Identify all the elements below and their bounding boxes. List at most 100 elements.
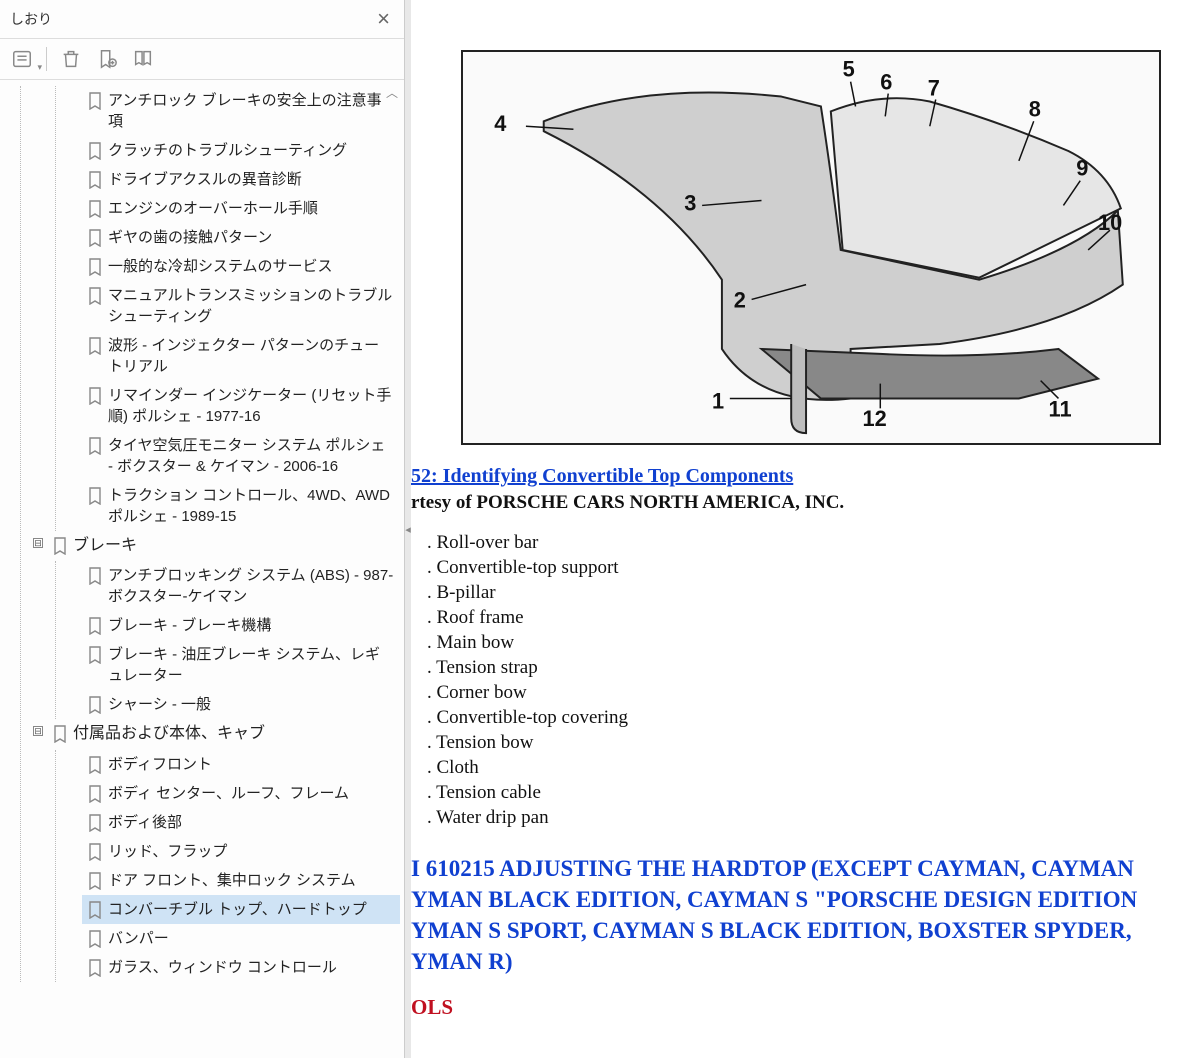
bookmark-icon (88, 567, 102, 585)
bookmark-icon (88, 930, 102, 948)
callout-4: 4 (494, 111, 506, 136)
parts-list-item: Tension strap (427, 657, 1200, 679)
sidebar-title: しおり (10, 9, 52, 29)
divider-handle-icon[interactable]: ◂ (403, 509, 413, 549)
bookmark-icon (88, 872, 102, 890)
bookmark-label: ガラス、ウィンドウ コントロール (108, 957, 337, 978)
callout-2: 2 (734, 287, 746, 312)
parts-list-item: Cloth (427, 757, 1200, 779)
callout-10: 10 (1098, 210, 1122, 235)
bookmark-icon (88, 843, 102, 861)
bookmark-label: ギヤの歯の接触パターン (108, 227, 272, 248)
callout-11: 11 (1049, 396, 1072, 421)
bookmark-item[interactable]: クラッチのトラブルシューティング (82, 136, 400, 165)
bookmark-label: ボディフロント (108, 754, 212, 775)
sidebar-header: しおり × (0, 0, 404, 39)
bookmark-label: ブレーキ - 油圧ブレーキ システム、レギュレーター (108, 644, 394, 686)
bookmark-item[interactable]: バンパー (82, 924, 400, 953)
bookmark-item[interactable]: タイヤ空気圧モニター システム ポルシェ - ボクスター & ケイマン - 20… (82, 431, 400, 481)
bookmark-icon (88, 487, 102, 505)
bookmark-icon (88, 785, 102, 803)
tools-heading: OLS (411, 995, 1200, 1020)
bookmark-item[interactable]: アンチブロッキング システム (ABS) - 987-ボクスター-ケイマン (82, 561, 400, 611)
bookmark-label: 一般的な冷却システムのサービス (108, 256, 333, 277)
bookmark-label: ドライブアクスルの異音診断 (108, 169, 302, 190)
pane-divider[interactable]: ◂ (405, 0, 411, 1058)
bookmark-icon (88, 92, 102, 110)
bookmark-item[interactable]: ドア フロント、集中ロック システム (82, 866, 400, 895)
sidebar-toolbar (0, 39, 404, 80)
document-content[interactable]: 4 3 2 1 5 6 7 8 9 10 11 12 52: Identifyi… (411, 0, 1200, 1058)
parts-list-item: Tension bow (427, 732, 1200, 754)
figure-caption: 52: Identifying Convertible Top Componen… (411, 465, 1200, 488)
bookmark-icon (88, 756, 102, 774)
bookmark-label: コンバーチブル トップ、ハードトップ (108, 899, 367, 920)
bookmark-label: リッド、フラップ (108, 841, 227, 862)
parts-list-item: B-pillar (427, 582, 1200, 604)
callout-8: 8 (1029, 96, 1041, 121)
bookmark-label: トラクション コントロール、4WD、AWD ポルシェ - 1989-15 (108, 485, 394, 527)
bookmarks-sidebar: しおり × ︿ アンチロック ブレーキの安全上の注意事項クラ (0, 0, 405, 1058)
group-label: 付属品および本体、キャブ (73, 723, 265, 745)
bookmark-label: ブレーキ - ブレーキ機構 (108, 615, 271, 636)
bookmark-group-brake[interactable]: ブレーキ (47, 531, 400, 561)
collapse-toggle-body[interactable]: ⊟ (33, 726, 43, 736)
parts-list-item: Roof frame (427, 607, 1200, 629)
group-label: ブレーキ (73, 535, 137, 557)
callout-12: 12 (862, 406, 886, 431)
callout-3: 3 (684, 190, 696, 215)
bookmark-item[interactable]: マニュアルトランスミッションのトラブルシューティング (82, 281, 400, 331)
add-bookmark-icon[interactable] (95, 47, 119, 71)
figure-caption-link[interactable]: 52: Identifying Convertible Top Componen… (411, 465, 793, 487)
close-icon[interactable]: × (373, 6, 394, 32)
bookmark-item[interactable]: エンジンのオーバーホール手順 (82, 194, 400, 223)
bookmark-icon (88, 387, 102, 405)
bookmark-icon (53, 725, 67, 743)
bookmark-item[interactable]: ブレーキ - ブレーキ機構 (82, 611, 400, 640)
bookmark-item[interactable]: 一般的な冷却システムのサービス (82, 252, 400, 281)
courtesy-line: rtesy of PORSCHE CARS NORTH AMERICA, INC… (411, 492, 1200, 514)
bookmark-label: シャーシ - 一般 (108, 694, 211, 715)
bookmark-item[interactable]: ドライブアクスルの異音診断 (82, 165, 400, 194)
bookmark-item[interactable]: ギヤの歯の接触パターン (82, 223, 400, 252)
bookmark-icon (88, 901, 102, 919)
callout-7: 7 (928, 76, 940, 101)
bookmark-item[interactable]: 波形 - インジェクター パターンのチュートリアル (82, 331, 400, 381)
parts-list-item: Water drip pan (427, 807, 1200, 829)
callout-6: 6 (880, 70, 892, 95)
parts-list-item: Roll-over bar (427, 532, 1200, 554)
parts-list-item: Convertible-top support (427, 557, 1200, 579)
section-heading: I 610215 ADJUSTING THE HARDTOP (EXCEPT C… (411, 853, 1200, 977)
collapse-toggle-brake[interactable]: ⊟ (33, 538, 43, 548)
callout-9: 9 (1076, 156, 1088, 181)
figure-diagram: 4 3 2 1 5 6 7 8 9 10 11 12 (461, 50, 1161, 445)
bookmark-item[interactable]: トラクション コントロール、4WD、AWD ポルシェ - 1989-15 (82, 481, 400, 531)
bookmark-item[interactable]: コンバーチブル トップ、ハードトップ (82, 895, 400, 924)
bookmark-item[interactable]: ガラス、ウィンドウ コントロール (82, 953, 400, 982)
bookmark-label: マニュアルトランスミッションのトラブルシューティング (108, 285, 394, 327)
trash-icon[interactable] (59, 47, 83, 71)
bookmark-item[interactable]: ボディフロント (82, 750, 400, 779)
bookmark-icon (88, 646, 102, 664)
parts-list-item: Main bow (427, 632, 1200, 654)
bookmark-item[interactable]: シャーシ - 一般 (82, 690, 400, 719)
outline-options-icon[interactable] (10, 47, 34, 71)
bookmark-item[interactable]: リマインダー インジケーター (リセット手順) ポルシェ - 1977-16 (82, 381, 400, 431)
bookmark-ribbon-icon[interactable] (131, 47, 155, 71)
bookmark-icon (53, 537, 67, 555)
bookmark-item[interactable]: リッド、フラップ (82, 837, 400, 866)
bookmark-icon (88, 959, 102, 977)
bookmark-label: バンパー (108, 928, 169, 949)
parts-list-item: Corner bow (427, 682, 1200, 704)
bookmark-label: アンチロック ブレーキの安全上の注意事項 (108, 90, 394, 132)
bookmark-label: クラッチのトラブルシューティング (108, 140, 347, 161)
bookmark-item[interactable]: ボディ センター、ルーフ、フレーム (82, 779, 400, 808)
bookmark-item[interactable]: アンチロック ブレーキの安全上の注意事項 (82, 86, 400, 136)
bookmark-tree[interactable]: ︿ アンチロック ブレーキの安全上の注意事項クラッチのトラブルシューティングドラ… (0, 80, 404, 1058)
bookmark-item[interactable]: ボディ後部 (82, 808, 400, 837)
bookmark-icon (88, 229, 102, 247)
bookmark-icon (88, 171, 102, 189)
bookmark-group-body[interactable]: 付属品および本体、キャブ (47, 719, 400, 749)
callout-1: 1 (712, 388, 724, 413)
bookmark-item[interactable]: ブレーキ - 油圧ブレーキ システム、レギュレーター (82, 640, 400, 690)
